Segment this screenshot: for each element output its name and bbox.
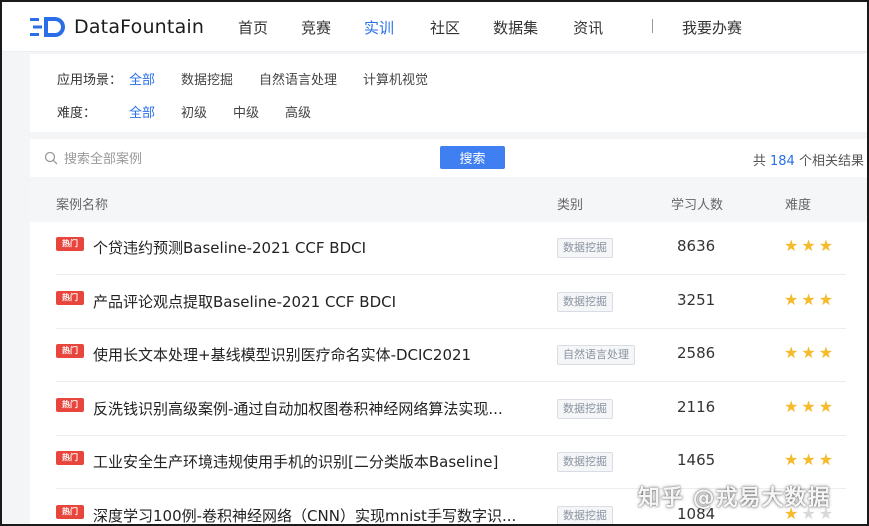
learner-count: 8636	[677, 237, 716, 255]
hot-badge: 热门	[56, 504, 84, 519]
learner-count: 2586	[677, 344, 716, 362]
hot-badge: 热门	[56, 397, 84, 412]
search-input[interactable]	[64, 148, 444, 170]
level-filter-label: 难度：	[57, 106, 97, 121]
top-header: DataFountain 首页 竞赛 实训 社区 数据集 资讯 我要办赛	[2, 2, 867, 52]
nav-item-2[interactable]: 实训	[364, 17, 394, 38]
result-count: 共 184 个相关结果	[753, 150, 864, 169]
result-number: 184	[770, 154, 795, 169]
filter-panel: 应用场景： 全部 数据挖掘 自然语言处理 计算机视觉 难度： 全部 初级 中级 高级	[30, 54, 867, 132]
difficulty-stars: ★★★	[784, 450, 836, 469]
star-icon: ★	[818, 343, 837, 362]
hot-badge: 热门	[56, 451, 84, 465]
case-title[interactable]: 深度学习100例-卷积神经网络（CNN）实现mnist手写数字识...	[93, 505, 516, 525]
learner-count: 2116	[677, 397, 716, 416]
category-tag: 数据挖掘	[557, 398, 613, 419]
scene-option-2[interactable]: 自然语言处理	[259, 69, 337, 88]
star-icon: ★	[784, 450, 802, 469]
difficulty-stars: ★★★	[784, 236, 836, 255]
star-icon: ★	[801, 343, 819, 362]
category-tag: 数据挖掘	[557, 452, 613, 472]
level-option-1[interactable]: 初级	[181, 102, 207, 121]
scene-filter-row: 应用场景： 全部 数据挖掘 自然语言处理 计算机视觉	[57, 69, 454, 88]
datafountain-logo-icon	[30, 17, 65, 37]
nav-item-3[interactable]: 社区	[430, 17, 460, 38]
star-icon: ★	[801, 450, 819, 469]
star-icon: ★	[818, 450, 837, 469]
nav-item-0[interactable]: 首页	[238, 17, 268, 38]
scene-option-3[interactable]: 计算机视觉	[363, 69, 428, 88]
table-row[interactable]: 热门 个贷违约预测Baseline-2021 CCF BDCI 数据挖掘 8636 ★★…	[30, 222, 867, 275]
star-icon: ★	[784, 289, 802, 309]
case-title[interactable]: 产品评论观点提取Baseline-2021 CCF BDCI	[93, 291, 396, 312]
star-icon: ★	[784, 343, 802, 362]
category-tag: 自然语言处理	[557, 345, 635, 365]
case-title[interactable]: 工业安全生产环境违规使用手机的识别[二分类版本Baseline]	[93, 451, 498, 472]
star-icon: ★	[818, 396, 837, 416]
level-option-0[interactable]: 全部	[129, 102, 155, 121]
star-icon: ★	[801, 236, 819, 255]
level-option-2[interactable]: 中级	[233, 102, 259, 121]
category-tag: 数据挖掘	[557, 291, 613, 312]
search-icon	[44, 151, 58, 165]
header-difficulty: 难度	[785, 198, 812, 213]
brand-name: DataFountain	[74, 16, 205, 38]
hot-badge: 热门	[56, 237, 84, 251]
level-option-3[interactable]: 高级	[285, 102, 311, 121]
header-category: 类别	[557, 198, 584, 213]
header-learners: 学习人数	[671, 198, 724, 213]
scene-filter-label: 应用场景：	[57, 73, 123, 88]
page-frame: DataFountain 首页 竞赛 实训 社区 数据集 资讯 我要办赛 应用场景： 全部…	[0, 0, 869, 526]
main-nav: 首页 竞赛 实训 社区 数据集 资讯	[238, 17, 603, 38]
nav-item-5[interactable]: 资讯	[573, 17, 603, 38]
learner-count: 1465	[677, 451, 716, 469]
star-icon: ★	[818, 236, 837, 255]
result-prefix: 共	[752, 154, 766, 169]
difficulty-stars: ★★★	[784, 343, 836, 362]
nav-item-4[interactable]: 数据集	[493, 17, 538, 38]
hot-badge: 热门	[56, 290, 84, 305]
header-case-name: 案例名称	[56, 198, 109, 213]
host-competition-link[interactable]: 我要办赛	[682, 17, 742, 38]
category-tag: 数据挖掘	[557, 505, 613, 524]
nav-item-1[interactable]: 竞赛	[301, 17, 331, 38]
star-icon: ★	[801, 289, 819, 309]
case-title[interactable]: 个贷违约预测Baseline-2021 CCF BDCI	[93, 237, 366, 258]
result-suffix: 个相关结果	[798, 154, 864, 169]
scene-option-0[interactable]: 全部	[129, 69, 155, 88]
nav-separator	[652, 19, 653, 33]
table-header: 案例名称 类别 学习人数 难度	[30, 182, 867, 222]
search-button[interactable]: 搜索	[440, 146, 505, 169]
logo[interactable]: DataFountain	[30, 15, 204, 39]
case-title[interactable]: 反洗钱识别高级案例-通过自动加权图卷积神经网络算法实现...	[93, 398, 503, 419]
hot-badge: 热门	[56, 344, 84, 358]
table-row[interactable]: 热门 使用长文本处理+基线模型识别医疗命名实体-DCIC2021 自然语言处理 258…	[30, 329, 867, 382]
case-title[interactable]: 使用长文本处理+基线模型识别医疗命名实体-DCIC2021	[93, 344, 471, 365]
watermark: 知乎 @戎易大数据	[638, 486, 831, 511]
table-row[interactable]: 热门 反洗钱识别高级案例-通过自动加权图卷积神经网络算法实现... 数据挖掘 2116…	[30, 383, 867, 436]
star-icon: ★	[784, 236, 802, 255]
star-icon: ★	[818, 289, 837, 309]
category-tag: 数据挖掘	[557, 238, 613, 258]
search-bar: 搜索 共 184 个相关结果	[30, 139, 867, 177]
case-table: 案例名称 类别 学习人数 难度 热门 个贷违约预测Baseline-2021 CC…	[30, 182, 867, 525]
star-icon: ★	[801, 396, 819, 416]
scene-option-1[interactable]: 数据挖掘	[181, 69, 233, 88]
star-icon: ★	[784, 396, 802, 416]
table-row[interactable]: 热门 产品评论观点提取Baseline-2021 CCF BDCI 数据挖掘 3251…	[30, 276, 867, 329]
difficulty-stars: ★★★	[784, 397, 836, 416]
learner-count: 3251	[677, 290, 716, 309]
difficulty-stars: ★★★	[784, 290, 836, 309]
level-filter-row: 难度： 全部 初级 中级 高级	[57, 102, 337, 121]
